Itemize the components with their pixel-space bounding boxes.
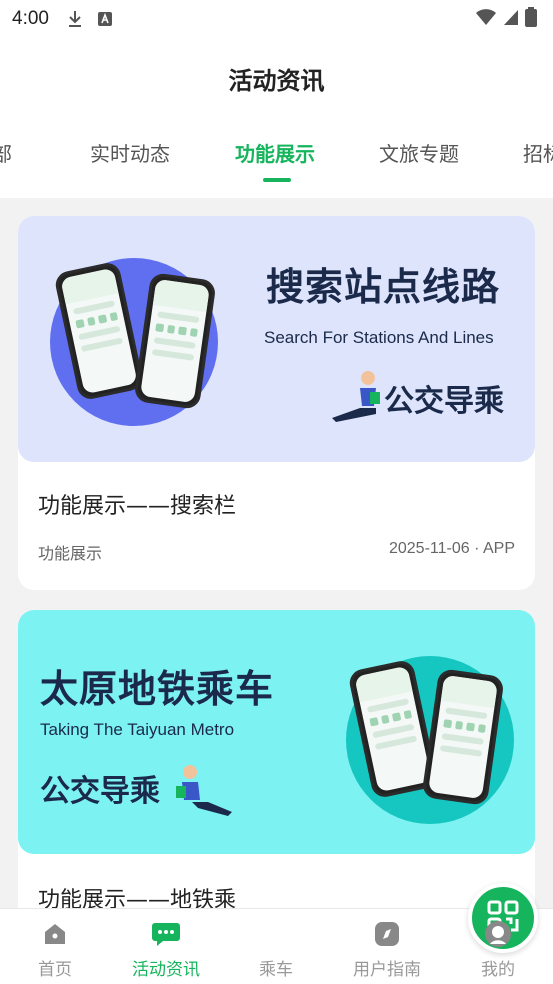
nav-guide[interactable]: 用户指南 — [337, 909, 437, 984]
banner-subheading: Search For Stations And Lines — [264, 328, 494, 347]
nav-label: 乘车 — [259, 960, 293, 980]
page-title: 活动资讯 — [228, 66, 325, 95]
home-icon — [40, 919, 70, 949]
wifi-icon — [475, 8, 497, 30]
article-list: 搜索站点线路 Search For Stations And Lines 公交导… — [0, 198, 553, 908]
banner-heading: 太原地铁乘车 — [36, 658, 279, 713]
a-notification-icon — [97, 11, 113, 27]
tab-partial-left[interactable]: 部 — [0, 138, 12, 167]
signal-icon — [503, 8, 519, 30]
banner-heading: 搜索站点线路 — [262, 256, 505, 311]
banner-tagline: 公交导乘 — [384, 384, 504, 419]
tab-realtime[interactable]: 实时动态 — [90, 138, 170, 167]
user-icon — [483, 919, 513, 949]
article-card[interactable]: 搜索站点线路 Search For Stations And Lines 公交导… — [18, 216, 535, 590]
download-icon — [67, 10, 83, 28]
status-bar: 4:00 — [0, 0, 553, 38]
nav-label: 用户指南 — [353, 960, 421, 980]
nav-ride[interactable]: 乘车 — [226, 883, 538, 984]
banner-subheading: Taking The Taiyuan Metro — [40, 720, 235, 739]
nav-profile[interactable]: 我的 — [448, 909, 548, 984]
tab-features[interactable]: 功能展示 — [235, 138, 315, 167]
bottom-nav: 首页 活动资讯 乘车 用户指南 我的 — [0, 883, 553, 984]
person-reading-icon — [330, 368, 390, 426]
person-reading-icon — [168, 762, 234, 820]
tab-active-indicator — [263, 178, 291, 182]
page-header: 活动资讯 — [0, 38, 553, 118]
compass-icon — [372, 919, 402, 949]
nav-label: 我的 — [481, 960, 515, 980]
nav-label: 活动资讯 — [132, 960, 200, 980]
article-title: 功能展示——地铁乘 — [38, 888, 237, 908]
chat-icon — [151, 919, 181, 949]
article-banner: 搜索站点线路 Search For Stations And Lines 公交导… — [18, 216, 535, 462]
article-title: 功能展示——搜索栏 — [38, 494, 237, 519]
article-banner: 太原地铁乘车 Taking The Taiyuan Metro 公交导乘 — [18, 610, 535, 854]
category-tabs: 部 实时动态 功能展示 文旅专题 招标 — [0, 118, 553, 198]
nav-home[interactable]: 首页 — [5, 909, 105, 984]
nav-news[interactable]: 活动资讯 — [116, 909, 216, 984]
article-tag: 功能展示 — [38, 544, 103, 563]
nav-label: 首页 — [38, 960, 72, 980]
battery-icon — [525, 7, 537, 31]
status-time: 4:00 — [12, 8, 49, 29]
tab-bidding[interactable]: 招标 — [523, 138, 553, 167]
article-card[interactable]: 太原地铁乘车 Taking The Taiyuan Metro 公交导乘 功能展… — [18, 610, 535, 908]
article-meta: 2025-11-06 · APP — [388, 540, 515, 557]
tab-culture-tourism[interactable]: 文旅专题 — [379, 138, 459, 167]
banner-tagline: 公交导乘 — [40, 774, 160, 809]
